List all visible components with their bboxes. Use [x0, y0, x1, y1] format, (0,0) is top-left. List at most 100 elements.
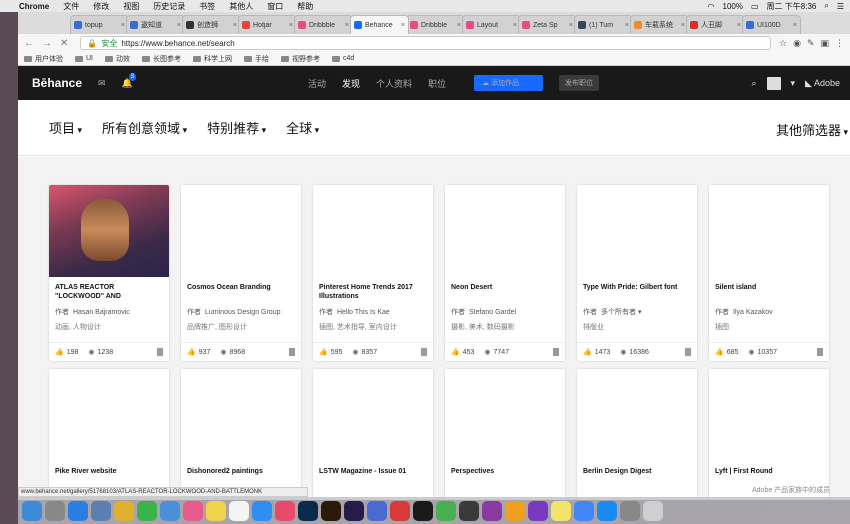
star-icon[interactable]: ☆ [779, 38, 787, 49]
tab-3[interactable]: Hotjar × [238, 15, 297, 34]
bookmark-icon[interactable] [685, 348, 691, 356]
chevron-down-icon[interactable]: ▾ [791, 78, 796, 89]
close-icon[interactable]: × [681, 22, 685, 29]
project-title[interactable]: Dishonored2 paintings [181, 461, 301, 487]
project-thumbnail[interactable] [445, 369, 565, 461]
bell-icon[interactable]: 🔔 3 [122, 72, 136, 89]
extension-icon-3[interactable]: ▣ [820, 38, 829, 49]
project-thumbnail[interactable] [577, 185, 697, 277]
owner-name[interactable]: 多个所有者 ▾ [601, 309, 641, 316]
project-owner[interactable]: 作者 Stefano Gardel [445, 307, 565, 317]
thumbs-up-icon[interactable]: 👍 [451, 348, 460, 356]
search-icon[interactable]: ⌕ [751, 78, 756, 89]
project-title[interactable]: Cosmos Ocean Branding [181, 277, 301, 303]
owner-name[interactable]: Luminous Design Group [205, 309, 281, 316]
project-card[interactable]: Pike River website [49, 369, 169, 500]
music-icon[interactable] [275, 500, 295, 521]
filter-location[interactable]: 全球 [286, 118, 319, 137]
filter-creative-fields[interactable]: 所有创意领域 [102, 118, 187, 137]
mail-icon[interactable] [160, 500, 180, 521]
project-owner[interactable]: 作者 Luminous Design Group [181, 307, 301, 317]
project-thumbnail[interactable] [181, 369, 301, 461]
project-thumbnail[interactable] [445, 185, 565, 277]
close-icon[interactable]: × [345, 22, 349, 29]
project-owner[interactable]: 作者 Hello This Is Kae [313, 307, 433, 317]
tab-9[interactable]: (1) Tum × [574, 15, 633, 34]
owner-name[interactable]: Stefano Gardel [469, 309, 516, 316]
trash-icon[interactable] [643, 500, 663, 521]
preview-icon[interactable] [91, 500, 111, 521]
thumbs-up-icon[interactable]: 👍 [319, 348, 328, 356]
evernote-icon[interactable] [436, 500, 456, 521]
bookmark-icon[interactable] [157, 348, 163, 356]
menu-people[interactable]: 其他人 [229, 1, 253, 12]
extension-icon[interactable]: ◉ [793, 38, 801, 49]
menu-list-icon[interactable]: ☰ [837, 2, 844, 11]
project-title[interactable]: Pinterest Home Trends 2017 Illustrations [313, 277, 433, 303]
project-thumbnail[interactable] [49, 185, 169, 277]
project-title[interactable]: Neon Desert [445, 277, 565, 303]
tab-12[interactable]: UI100D × [742, 15, 801, 34]
tab-5[interactable]: Behance × [350, 15, 409, 34]
close-icon[interactable]: × [513, 22, 517, 29]
clock[interactable]: 周二 下午8:36 [767, 1, 817, 12]
project-card[interactable]: Dishonored2 paintings [181, 369, 301, 500]
thumbs-up-icon[interactable]: 👍 [715, 348, 724, 356]
project-card[interactable]: Cosmos Ocean Branding 作者 Luminous Design G… [181, 185, 301, 361]
url-field[interactable]: 🔒 安全 https://www.behance.net/search [80, 36, 771, 50]
post-job-button[interactable]: 发布职位 [559, 75, 600, 91]
close-icon[interactable]: × [569, 22, 573, 29]
close-icon[interactable]: × [457, 22, 461, 29]
project-title[interactable]: ATLAS REACTOR "LOCKWOOD" AND [49, 277, 169, 303]
close-icon[interactable]: × [177, 22, 181, 29]
finder-icon[interactable] [22, 500, 42, 521]
netease-icon[interactable] [390, 500, 410, 521]
bookmark-icon[interactable] [817, 348, 823, 356]
notes-icon[interactable] [206, 500, 226, 521]
after-effects-icon[interactable] [344, 500, 364, 521]
back-icon[interactable]: ← [24, 38, 34, 49]
bookmark-icon[interactable] [421, 348, 427, 356]
filter-featured[interactable]: 特别推荐 [207, 118, 266, 137]
calendar-icon[interactable] [229, 500, 249, 521]
project-card[interactable]: Lyft | First Round [709, 369, 829, 500]
close-icon[interactable]: × [793, 22, 797, 29]
rp-icon[interactable] [482, 500, 502, 521]
menu-history[interactable]: 历史记录 [153, 1, 185, 12]
project-title[interactable]: Berlin Design Digest [577, 461, 697, 487]
tab-11[interactable]: 人丑脚 × [686, 15, 745, 34]
project-card[interactable]: Pinterest Home Trends 2017 Illustrations… [313, 185, 433, 361]
project-owner[interactable]: 作者 多个所有者 ▾ [577, 307, 697, 317]
thumbs-up-icon[interactable]: 👍 [187, 348, 196, 356]
menu-app[interactable]: Chrome [19, 2, 49, 11]
project-title[interactable]: Type With Pride: Gilbert font [577, 277, 697, 303]
close-icon[interactable]: × [625, 22, 629, 29]
project-thumbnail[interactable] [709, 369, 829, 461]
adobe-logo[interactable]: ◣ Adobe [805, 78, 840, 89]
chrome-icon[interactable] [114, 500, 134, 521]
add-project-button[interactable]: ☁ 添加作品 [474, 75, 544, 91]
battery-icon[interactable]: ▭ [751, 2, 759, 11]
bookmark-7[interactable]: c4d [332, 55, 354, 62]
chrome2-icon[interactable] [574, 500, 594, 521]
sketch-icon[interactable] [459, 500, 479, 521]
wifi-icon[interactable]: ◠ [708, 2, 715, 11]
project-card[interactable]: Neon Desert 作者 Stefano Gardel 摄影, 美术, 数码摄影 👍… [445, 185, 565, 361]
close-icon[interactable]: × [233, 22, 237, 29]
mail-icon[interactable]: ✉ [98, 78, 106, 89]
project-card[interactable]: ATLAS REACTOR "LOCKWOOD" AND 作者 Hasan Bajr… [49, 185, 169, 361]
more-icon[interactable]: ⋮ [835, 38, 844, 49]
close-icon[interactable]: × [289, 22, 293, 29]
menu-file[interactable]: 文件 [63, 1, 79, 12]
menu-view[interactable]: 视图 [123, 1, 139, 12]
owner-name[interactable]: Hasan Bajramovic [73, 309, 130, 316]
thumbs-up-icon[interactable]: 👍 [583, 348, 592, 356]
filter-projects[interactable]: 项目 [49, 118, 82, 137]
app-store-icon[interactable] [68, 500, 88, 521]
project-thumbnail[interactable] [49, 369, 169, 461]
tab-7[interactable]: Layout × [462, 15, 521, 34]
project-owner[interactable]: 作者 Ilya Kazakov [709, 307, 829, 317]
menu-window[interactable]: 窗口 [267, 1, 283, 12]
project-thumbnail[interactable] [181, 185, 301, 277]
sketch-gem-icon[interactable] [505, 500, 525, 521]
